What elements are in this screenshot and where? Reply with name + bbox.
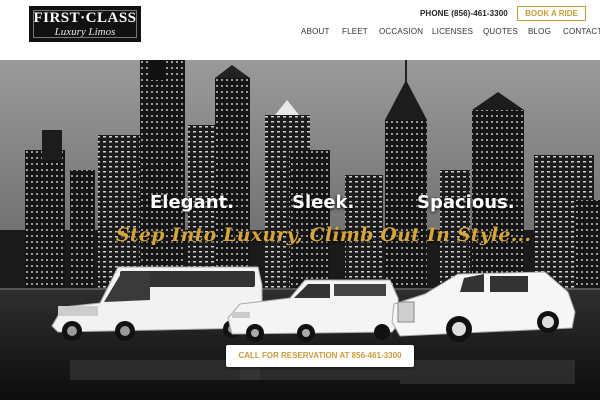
- nav-occasion[interactable]: OCCASION: [379, 27, 423, 39]
- hero-slogan: Step Into Luxury, Climb Out In Style...: [116, 224, 532, 246]
- tagline-sleek: Sleek.: [292, 192, 355, 213]
- logo-subtitle: Luxury Limos: [54, 26, 116, 38]
- nav-fleet[interactable]: FLEET: [342, 27, 368, 39]
- nav-quotes[interactable]: QUOTES: [483, 27, 518, 39]
- tagline-elegant: Elegant.: [150, 192, 234, 213]
- call-reservation-button[interactable]: CALL FOR RESERVATION AT 856-461-3300: [226, 345, 414, 367]
- book-a-ride-button[interactable]: BOOK A RIDE: [517, 6, 586, 21]
- logo[interactable]: FIRST·CLASS Luxury Limos: [29, 6, 141, 42]
- site-header: FIRST·CLASS Luxury Limos PHONE (856)-461…: [0, 0, 600, 60]
- header-phone[interactable]: PHONE (856)-461-3300: [420, 9, 508, 18]
- nav-about[interactable]: ABOUT: [301, 27, 330, 39]
- tagline-spacious: Spacious.: [417, 192, 515, 213]
- nav-blog[interactable]: BLOG: [528, 27, 551, 39]
- nav-contact[interactable]: CONTACT: [563, 27, 600, 39]
- nav-licenses[interactable]: LICENSES: [432, 27, 473, 39]
- logo-title: FIRST·CLASS: [33, 10, 137, 26]
